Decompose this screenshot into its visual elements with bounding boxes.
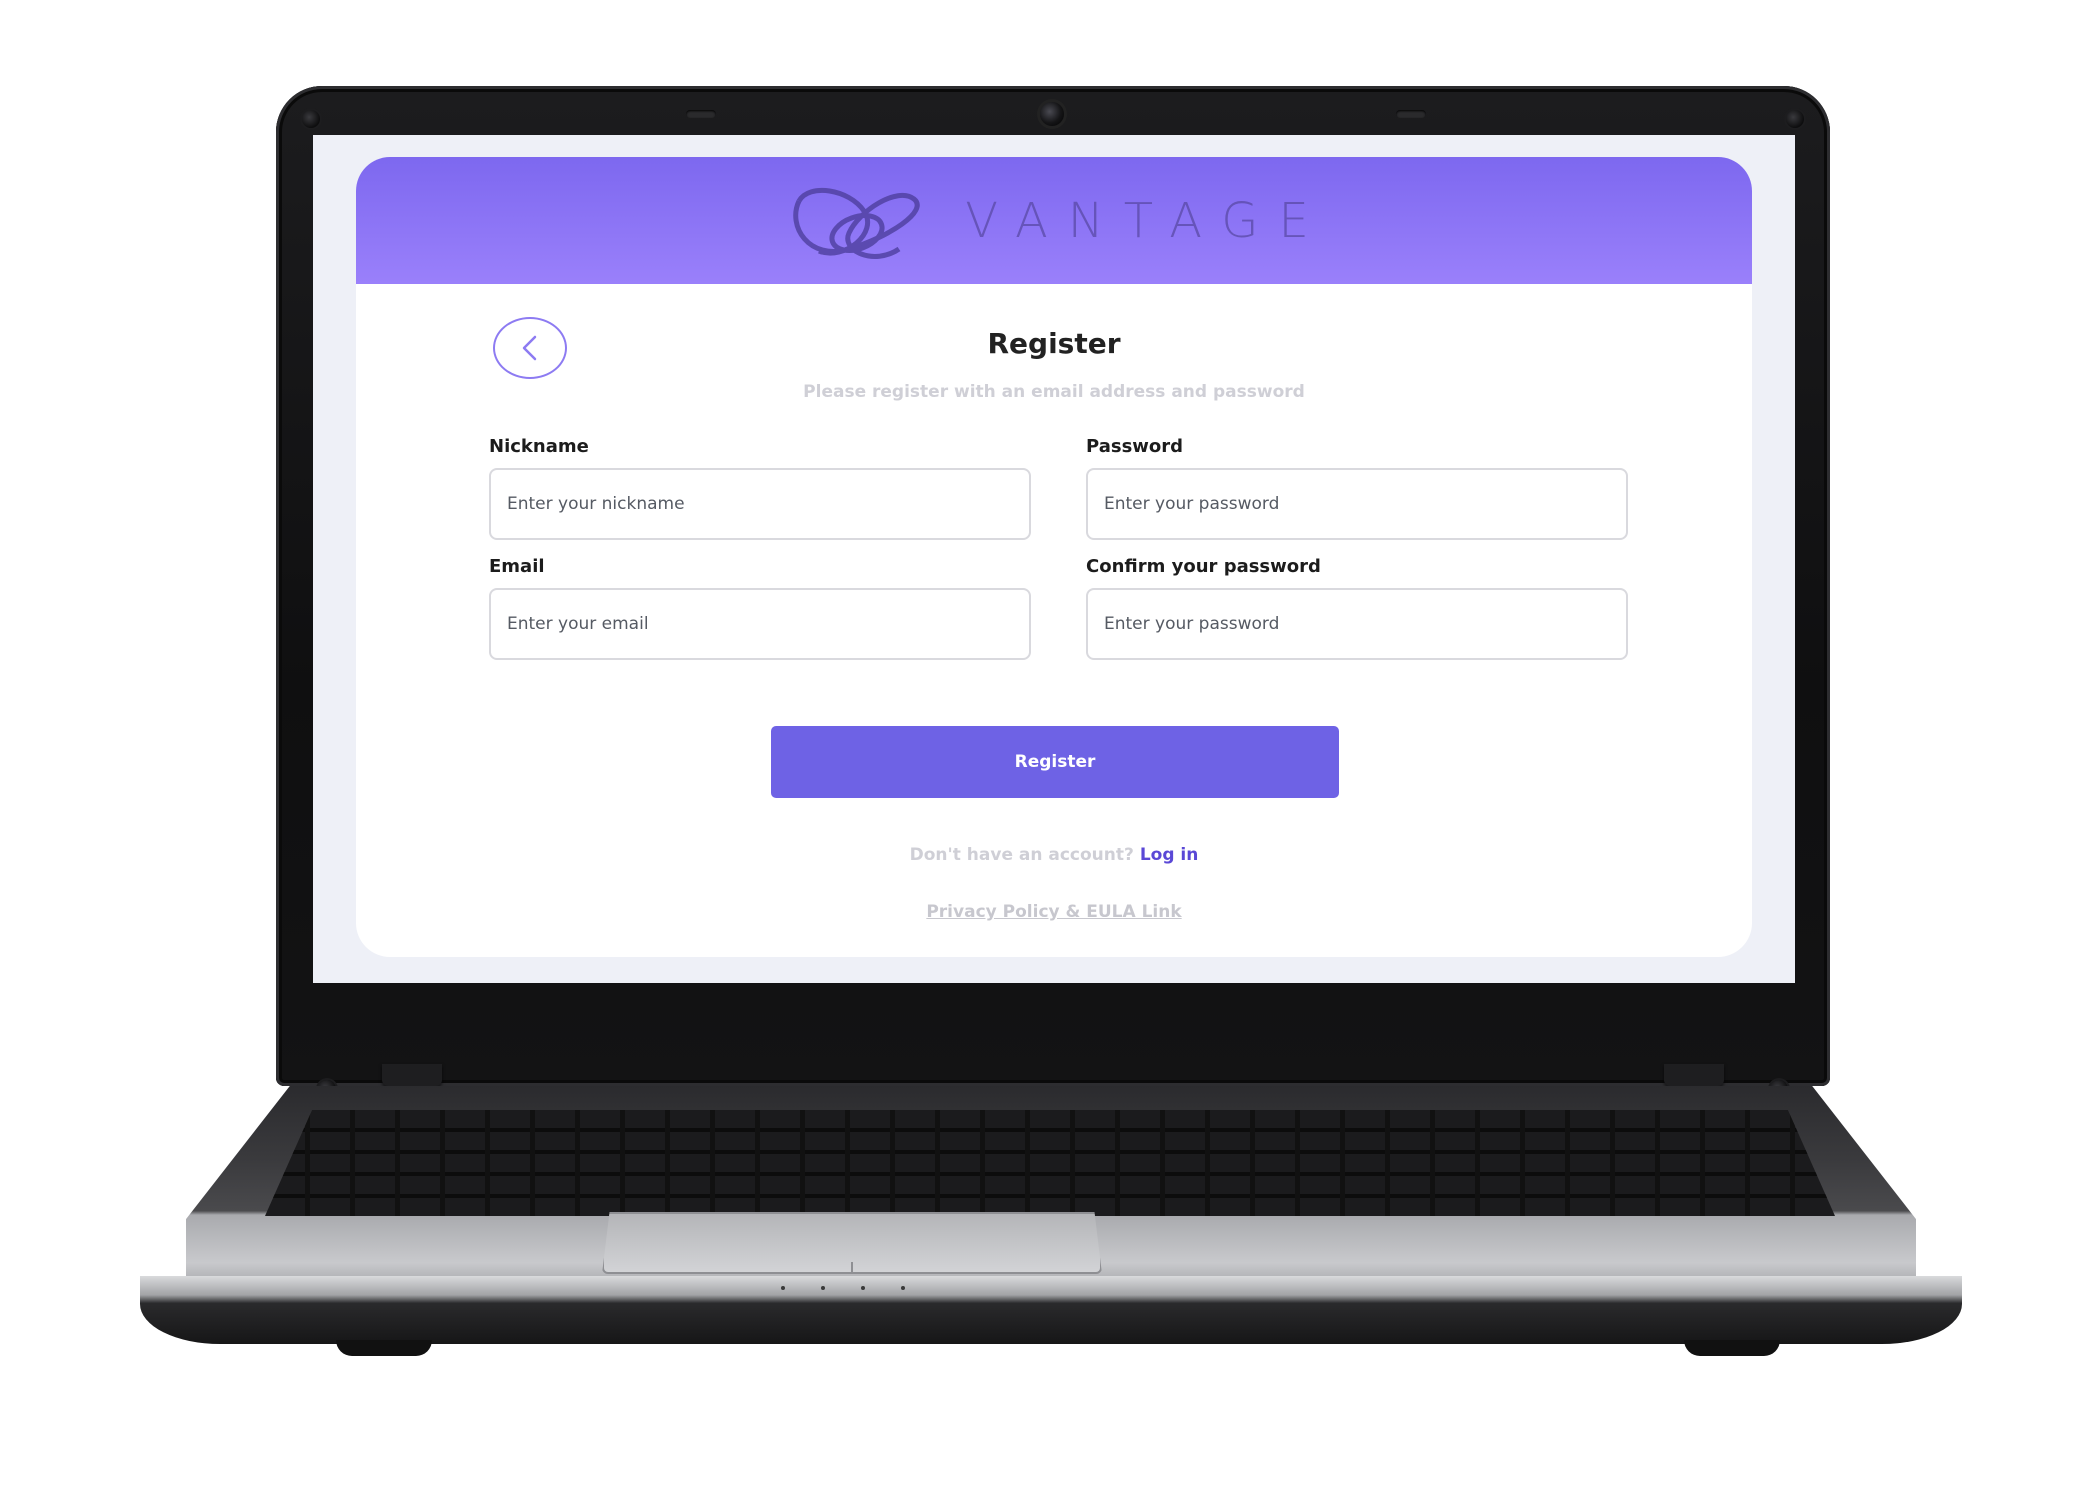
account-prompt-text: Don't have an account?: [909, 845, 1134, 865]
privacy-policy-link[interactable]: Privacy Policy & EULA Link: [926, 902, 1181, 922]
email-label: Email: [489, 556, 545, 577]
infinity-loop-logo: [793, 187, 920, 259]
lid-hinge: [382, 1064, 442, 1086]
password-label: Password: [1086, 436, 1184, 457]
status-led: [861, 1286, 865, 1290]
confirm-password-input[interactable]: [1086, 588, 1628, 660]
brand-header: VANTAGE: [356, 157, 1752, 284]
register-button[interactable]: Register: [771, 726, 1339, 798]
keyboard: [265, 1110, 1835, 1216]
nickname-input[interactable]: [489, 468, 1031, 540]
webcam: [1040, 102, 1064, 126]
microphone-slot: [686, 110, 716, 118]
page-title: Register: [987, 327, 1121, 360]
email-input[interactable]: [489, 588, 1031, 660]
register-card: VANTAGE Register Please register with an…: [356, 157, 1752, 957]
brand-name: VANTAGE: [965, 192, 1329, 249]
laptop-base-edge: [140, 1276, 1962, 1344]
privacy-line: Privacy Policy & EULA Link: [356, 902, 1752, 922]
password-input[interactable]: [1086, 468, 1628, 540]
bezel-screw: [1786, 110, 1804, 128]
lid-hinge: [1664, 1064, 1724, 1086]
account-prompt-line: Don't have an account? Log in: [356, 845, 1752, 865]
status-led: [781, 1286, 785, 1290]
laptop-screen: VANTAGE Register Please register with an…: [313, 135, 1795, 983]
touchpad-button-divider: [851, 1262, 853, 1274]
laptop-foot: [336, 1340, 432, 1356]
page-subtitle: Please register with an email address an…: [803, 382, 1305, 402]
login-link[interactable]: Log in: [1140, 845, 1199, 865]
confirm-password-label: Confirm your password: [1086, 556, 1321, 577]
status-led: [901, 1286, 905, 1290]
laptop-foot: [1684, 1340, 1780, 1356]
microphone-slot: [1396, 110, 1426, 118]
nickname-label: Nickname: [489, 436, 589, 457]
bezel-screw: [302, 110, 320, 128]
status-led: [821, 1286, 825, 1290]
